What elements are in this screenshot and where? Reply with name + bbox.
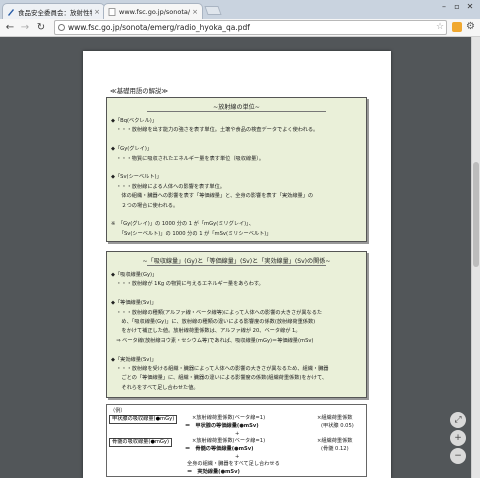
wrench-menu-icon[interactable]: ⚙ — [466, 20, 475, 34]
body-line: ※ 「Gy(グレイ)」の 1000 分の 1 が「mGy(ミリグレイ)」、 — [111, 221, 254, 228]
radiation-weight-factor-1: ×放射線荷重係数(ベータ線=1) — [192, 415, 266, 421]
panel-title: ~放射線の単位~ — [213, 104, 260, 111]
page-favicon-icon — [108, 7, 116, 16]
zoom-out-icon[interactable]: − — [450, 448, 466, 464]
address-bar[interactable]: www.fsc.go.jp/sonota/emerg/radio_hyoka_q… — [54, 20, 447, 35]
marrow-absorbed-dose-box: 骨髄の吸収線量(●mGy) — [109, 438, 173, 447]
tab-close-icon[interactable]: × — [94, 8, 100, 16]
plus-sign-2: + — [235, 454, 240, 460]
marrow-coefficient: (骨髄 0.12) — [321, 446, 349, 452]
zoom-in-icon[interactable]: + — [450, 430, 466, 446]
close-window-icon[interactable]: ✕ — [464, 2, 476, 13]
url-text: www.fsc.go.jp/sonota/emerg/radio_hyoka_q… — [68, 23, 250, 32]
body-line: 「Sv(シーベルト)」の 1000 分の 1 が「mSv(ミリシーベルト)」 — [111, 230, 272, 237]
title-rule — [147, 111, 326, 112]
body-line: ・・・放射線が 1Kg の物質に与えるエネルギー量をあらわす。 — [111, 281, 264, 288]
body-line: ごとの「等価線量」に、組織・臓器の違いによる影響度の係数(組織荷重係数)をかけて… — [111, 375, 328, 382]
browser-toolbar: ← → ↻ www.fsc.go.jp/sonota/emerg/radio_h… — [0, 19, 480, 37]
body-line: ◆「実効線量(Sv)」 — [111, 356, 157, 363]
thyroid-absorbed-dose-box: 甲状腺の吸収線量(●mGy) — [109, 415, 178, 424]
body-line: め、「吸収線量(Gy)」に、放射線の種類の違いによる影響度の係数(放射線荷重係数… — [111, 319, 316, 325]
body-line: ◆「等価線量(Sv)」 — [111, 300, 157, 307]
tab-label: www.fsc.go.jp/sonota/e — [119, 7, 191, 16]
body-line: ・・・放射線の種類(アルファ線・ベータ線等)によって人体への影響の大きさが異なる… — [111, 309, 323, 316]
effective-dose-result: ＝ 実効線量(●mSv) — [187, 469, 240, 475]
vertical-scrollbar[interactable] — [471, 37, 480, 478]
body-line: ・・・放射線を受ける組織・臓器によって人体への影響の大きさが異なるため、組織・臓… — [111, 366, 329, 372]
body-line: をかけて補正した値。放射線荷重係数は、アルファ線が 20、ベータ線が 1。 — [111, 328, 301, 335]
dose-relations-panel: ~「吸収線量」(Gy)と「等価線量」(Sv)と「実効線量」(Sv)の関係~ ◆「… — [106, 251, 367, 398]
fsc-favicon-icon — [8, 8, 14, 16]
example-label: （例） — [110, 408, 126, 414]
pdf-page: ≪基礎用語の解説≫ ~放射線の単位~ ◆「Bq(ベクレル)」 ・・・放射線を出す… — [83, 51, 391, 478]
zoom-fit-icon[interactable]: ⤢ — [450, 412, 466, 428]
panel-title: ~「吸収線量」(Gy)と「等価線量」(Sv)と「実効線量」(Sv)の関係~ — [142, 258, 331, 265]
body-line: ・・・物質に吸収されたエネルギー量を表す単位（吸収線量）。 — [111, 155, 265, 162]
radiation-units-panel: ~放射線の単位~ ◆「Bq(ベクレル)」 ・・・放射線を出す能力の強さを表す単位… — [106, 97, 367, 242]
bookmark-star-icon[interactable]: ☆ — [436, 21, 444, 33]
tab-label: 食品安全委員会：放射性物 — [18, 8, 93, 17]
sum-description: 全身の組織・臓器をすべて足し合わせる — [187, 461, 280, 467]
new-tab-button[interactable] — [204, 6, 222, 15]
radiation-weight-factor-2: ×放射線荷重係数(ベータ線=1) — [192, 438, 266, 444]
tab-fsc-page[interactable]: 食品安全委員会：放射性物 × — [2, 3, 105, 19]
scrollbar-thumb[interactable] — [473, 162, 479, 267]
body-line: ◆「Sv(シーベルト)」 — [111, 174, 162, 181]
pdf-viewer[interactable]: ≪基礎用語の解説≫ ~放射線の単位~ ◆「Bq(ベクレル)」 ・・・放射線を出す… — [0, 37, 480, 478]
tab-pdf[interactable]: www.fsc.go.jp/sonota/e × — [103, 3, 203, 19]
body-line: ◆「吸収線量(Gy)」 — [111, 272, 158, 278]
window-controls: – ▫ ✕ — [438, 2, 476, 13]
body-line: ・・・放射線による人体への影響を表す単位。 — [111, 183, 225, 190]
reload-icon[interactable]: ↻ — [34, 21, 48, 35]
minimize-icon[interactable]: – — [438, 2, 450, 13]
formula-example-box: （例） 甲状腺の吸収線量(●mGy) ×放射線荷重係数(ベータ線=1) ＝ 甲状… — [106, 404, 367, 477]
body-line: ◆「Bq(ベクレル)」 — [111, 118, 158, 124]
tissue-weight-factor-1: ×組織荷重係数 — [317, 415, 353, 421]
tab-close-icon[interactable]: × — [192, 8, 198, 16]
tab-strip: 食品安全委員会：放射性物 × www.fsc.go.jp/sonota/e × … — [0, 0, 480, 19]
maximize-icon[interactable]: ▫ — [451, 2, 463, 13]
body-line: ・・・放射線を出す能力の強さを表す単位。土壌や食品の検査データでよく使われる。 — [111, 127, 319, 134]
body-line: 体の組織・臓器への影響を表す「等価線量」と、全身の影響を表す「実効線量」の — [111, 193, 314, 200]
body-line: ⇒ ベータ線(放射線ヨウ素・セシウム等)であれば、吸収線量(mGy)＝等価線量(… — [111, 337, 314, 344]
body-line: ２つの場合に使われる。 — [111, 202, 179, 209]
thyroid-equivalent-dose: ＝ 甲状腺の等価線量(●mSv) — [185, 423, 259, 429]
tissue-weight-factor-2: ×組織荷重係数 — [317, 438, 353, 444]
body-line: それらをすべて足し合わせた値。 — [111, 384, 199, 391]
title-rule — [147, 265, 326, 266]
body-line: ◆「Gy(グレイ)」 — [111, 146, 153, 153]
zoom-controls: ⤢ + − — [450, 412, 466, 464]
marrow-equivalent-dose: ＝ 骨髄の等価線量(●mSv) — [185, 446, 254, 452]
plus-sign-1: + — [235, 431, 240, 437]
thyroid-coefficient: (甲状腺 0.05) — [321, 423, 354, 429]
section-heading: ≪基礎用語の解説≫ — [110, 87, 169, 95]
globe-icon — [58, 24, 65, 31]
forward-arrow-icon[interactable]: → — [18, 21, 32, 35]
extension-icon[interactable] — [452, 22, 462, 32]
back-arrow-icon[interactable]: ← — [3, 21, 17, 35]
